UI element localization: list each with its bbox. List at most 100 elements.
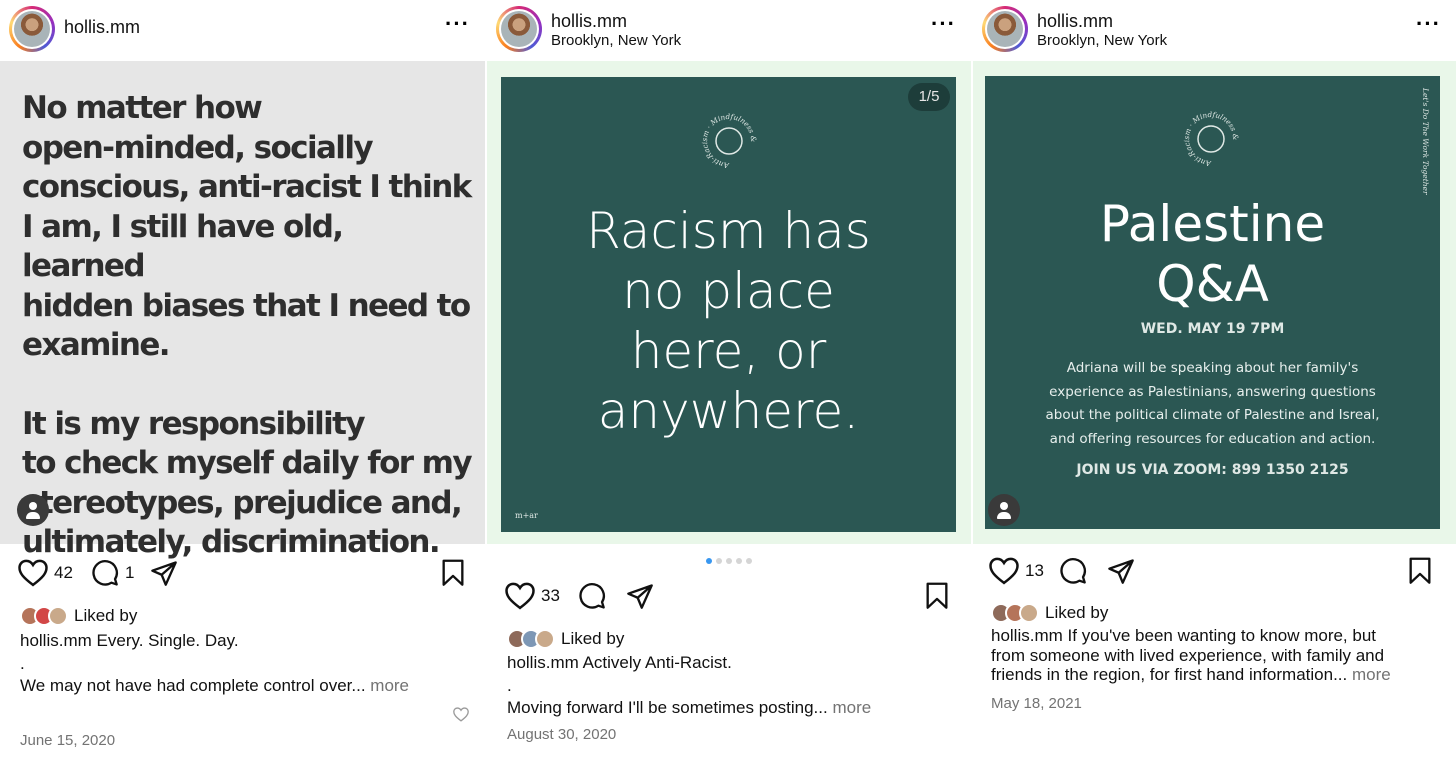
caption-username[interactable]: hollis.mm [20, 631, 92, 650]
liked-by-label: Liked by [1045, 603, 1109, 622]
tagged-people-icon[interactable] [17, 494, 49, 526]
description-line: experience as Palestinians, answering qu… [1049, 383, 1376, 400]
send-icon [1108, 559, 1134, 584]
like-button[interactable]: 33 [505, 581, 560, 611]
heart-icon [989, 557, 1019, 585]
save-button[interactable] [925, 581, 949, 611]
description-line: Adriana will be speaking about her famil… [1066, 360, 1359, 376]
liker-avatar [48, 606, 68, 626]
more-options-icon[interactable]: ··· [931, 13, 955, 40]
carousel-dot[interactable] [716, 558, 722, 564]
caption-text: We may not have had complete control ove… [20, 676, 366, 695]
caption-username[interactable]: hollis.mm [991, 626, 1063, 645]
more-link[interactable]: more [832, 698, 871, 717]
side-tagline: Let's Do The Work Together [1421, 88, 1430, 195]
liker-avatar [535, 629, 555, 649]
action-bar: 33 [487, 581, 971, 615]
username[interactable]: hollis.mm [1037, 11, 1113, 32]
headline-line: no place [622, 262, 835, 320]
liked-by-label: Liked by [74, 606, 138, 625]
bookmark-icon [1409, 557, 1431, 584]
like-button[interactable]: 42 [18, 558, 73, 588]
caption-text: Every. Single. Day. [96, 631, 239, 650]
comment-button[interactable] [1059, 556, 1087, 586]
headline-line: Q&A [1156, 255, 1269, 313]
save-button[interactable] [441, 558, 465, 588]
like-count: 13 [1025, 561, 1044, 580]
post-2: hollis.mm Brooklyn, New York ··· 1/5 Ant… [487, 0, 971, 766]
share-button[interactable] [150, 558, 178, 588]
liked-by[interactable]: Liked by [991, 601, 1108, 625]
post-header: hollis.mm Brooklyn, New York ··· [487, 0, 971, 60]
comment-button[interactable] [578, 581, 606, 611]
more-link[interactable]: more [1352, 665, 1391, 684]
avatar[interactable] [496, 6, 542, 52]
comment-button[interactable]: 1 [91, 558, 134, 588]
send-icon [151, 561, 177, 586]
caption-username[interactable]: hollis.mm [507, 653, 579, 672]
more-link[interactable]: more [370, 676, 409, 695]
carousel-dot[interactable] [746, 558, 752, 564]
caption: hollis.mm Every. Single. Day. . We may n… [20, 630, 470, 698]
carousel-dots[interactable] [487, 558, 971, 564]
post-image[interactable]: Let's Do The Work Together Anti-Racism ·… [973, 61, 1456, 544]
carousel-dot[interactable] [706, 558, 712, 564]
heart-icon [505, 582, 535, 610]
avatar[interactable] [982, 6, 1028, 52]
caption-text: from someone with lived experience, with… [991, 645, 1385, 665]
liked-by-label: Liked by [561, 629, 625, 648]
slide-headline: Racism has no place here, or anywhere. [501, 201, 956, 441]
liked-by[interactable]: Liked by [20, 604, 137, 628]
flyer-headline: Palestine Q&A [985, 194, 1440, 314]
event-description: Adriana will be speaking about her famil… [985, 357, 1440, 451]
bookmark-icon [442, 559, 464, 586]
event-date: WED. MAY 19 7PM [1140, 321, 1285, 337]
caption-text: If you've been wanting to know more, but [1067, 626, 1377, 645]
comment-icon [1060, 558, 1086, 584]
share-button[interactable] [1107, 556, 1135, 586]
save-button[interactable] [1408, 556, 1432, 586]
seal-text: Anti-Racism · Mindfulness & [700, 112, 758, 170]
username[interactable]: hollis.mm [551, 11, 627, 32]
caption-text: Moving forward I'll be sometimes posting… [507, 698, 828, 717]
post-header: hollis.mm Brooklyn, New York ··· [973, 0, 1456, 60]
like-button[interactable]: 13 [989, 556, 1044, 586]
caption: hollis.mm If you've been wanting to know… [991, 626, 1441, 685]
more-options-icon[interactable]: ··· [1416, 13, 1440, 40]
quote-paragraph: It is my responsibility to check myself … [22, 405, 473, 561]
seal-text: Anti-Racism · Mindfulness & [1182, 110, 1240, 168]
location[interactable]: Brooklyn, New York [1037, 32, 1167, 49]
username[interactable]: hollis.mm [64, 17, 140, 38]
post-3: hollis.mm Brooklyn, New York ··· Let's D… [973, 0, 1456, 766]
svg-text:Anti-Racism · Mindfulness &: Anti-Racism · Mindfulness & [1182, 110, 1240, 168]
bookmark-icon [926, 582, 948, 609]
headline-line: Racism has [586, 202, 871, 260]
comment-like-heart-icon[interactable] [453, 707, 469, 722]
comment-icon [92, 560, 118, 586]
zoom-info: JOIN US VIA ZOOM: 899 1350 2125 [1076, 462, 1349, 478]
comment-icon [579, 583, 605, 609]
action-bar: 42 1 [0, 558, 485, 592]
post-image[interactable]: No matter how open-minded, socially cons… [0, 61, 485, 560]
caption-text: friends in the region, for first hand in… [991, 665, 1348, 684]
post-header: hollis.mm ··· [0, 0, 485, 60]
tagged-people-icon[interactable] [988, 494, 1020, 526]
liked-by[interactable]: Liked by [507, 627, 624, 651]
location[interactable]: Brooklyn, New York [551, 32, 681, 49]
carousel-dot[interactable] [736, 558, 742, 564]
brand-mark: m+ar [515, 511, 538, 520]
like-count: 33 [541, 586, 560, 605]
carousel-dot[interactable] [726, 558, 732, 564]
avatar[interactable] [9, 6, 55, 52]
share-button[interactable] [626, 581, 654, 611]
event-flyer: Let's Do The Work Together Anti-Racism ·… [985, 76, 1440, 529]
send-icon [627, 584, 653, 609]
more-options-icon[interactable]: ··· [445, 13, 469, 40]
post-date: June 15, 2020 [20, 732, 116, 749]
logo-seal: Anti-Racism · Mindfulness & [700, 112, 758, 170]
description-line: about the political climate of Palestine… [1045, 407, 1380, 423]
liker-avatar [1019, 603, 1039, 623]
post-image[interactable]: 1/5 Anti-Racism · Mindfulness & Racism h… [487, 61, 971, 544]
headline-line: Palestine [1099, 195, 1326, 253]
slide: 1/5 Anti-Racism · Mindfulness & Racism h… [501, 77, 956, 532]
